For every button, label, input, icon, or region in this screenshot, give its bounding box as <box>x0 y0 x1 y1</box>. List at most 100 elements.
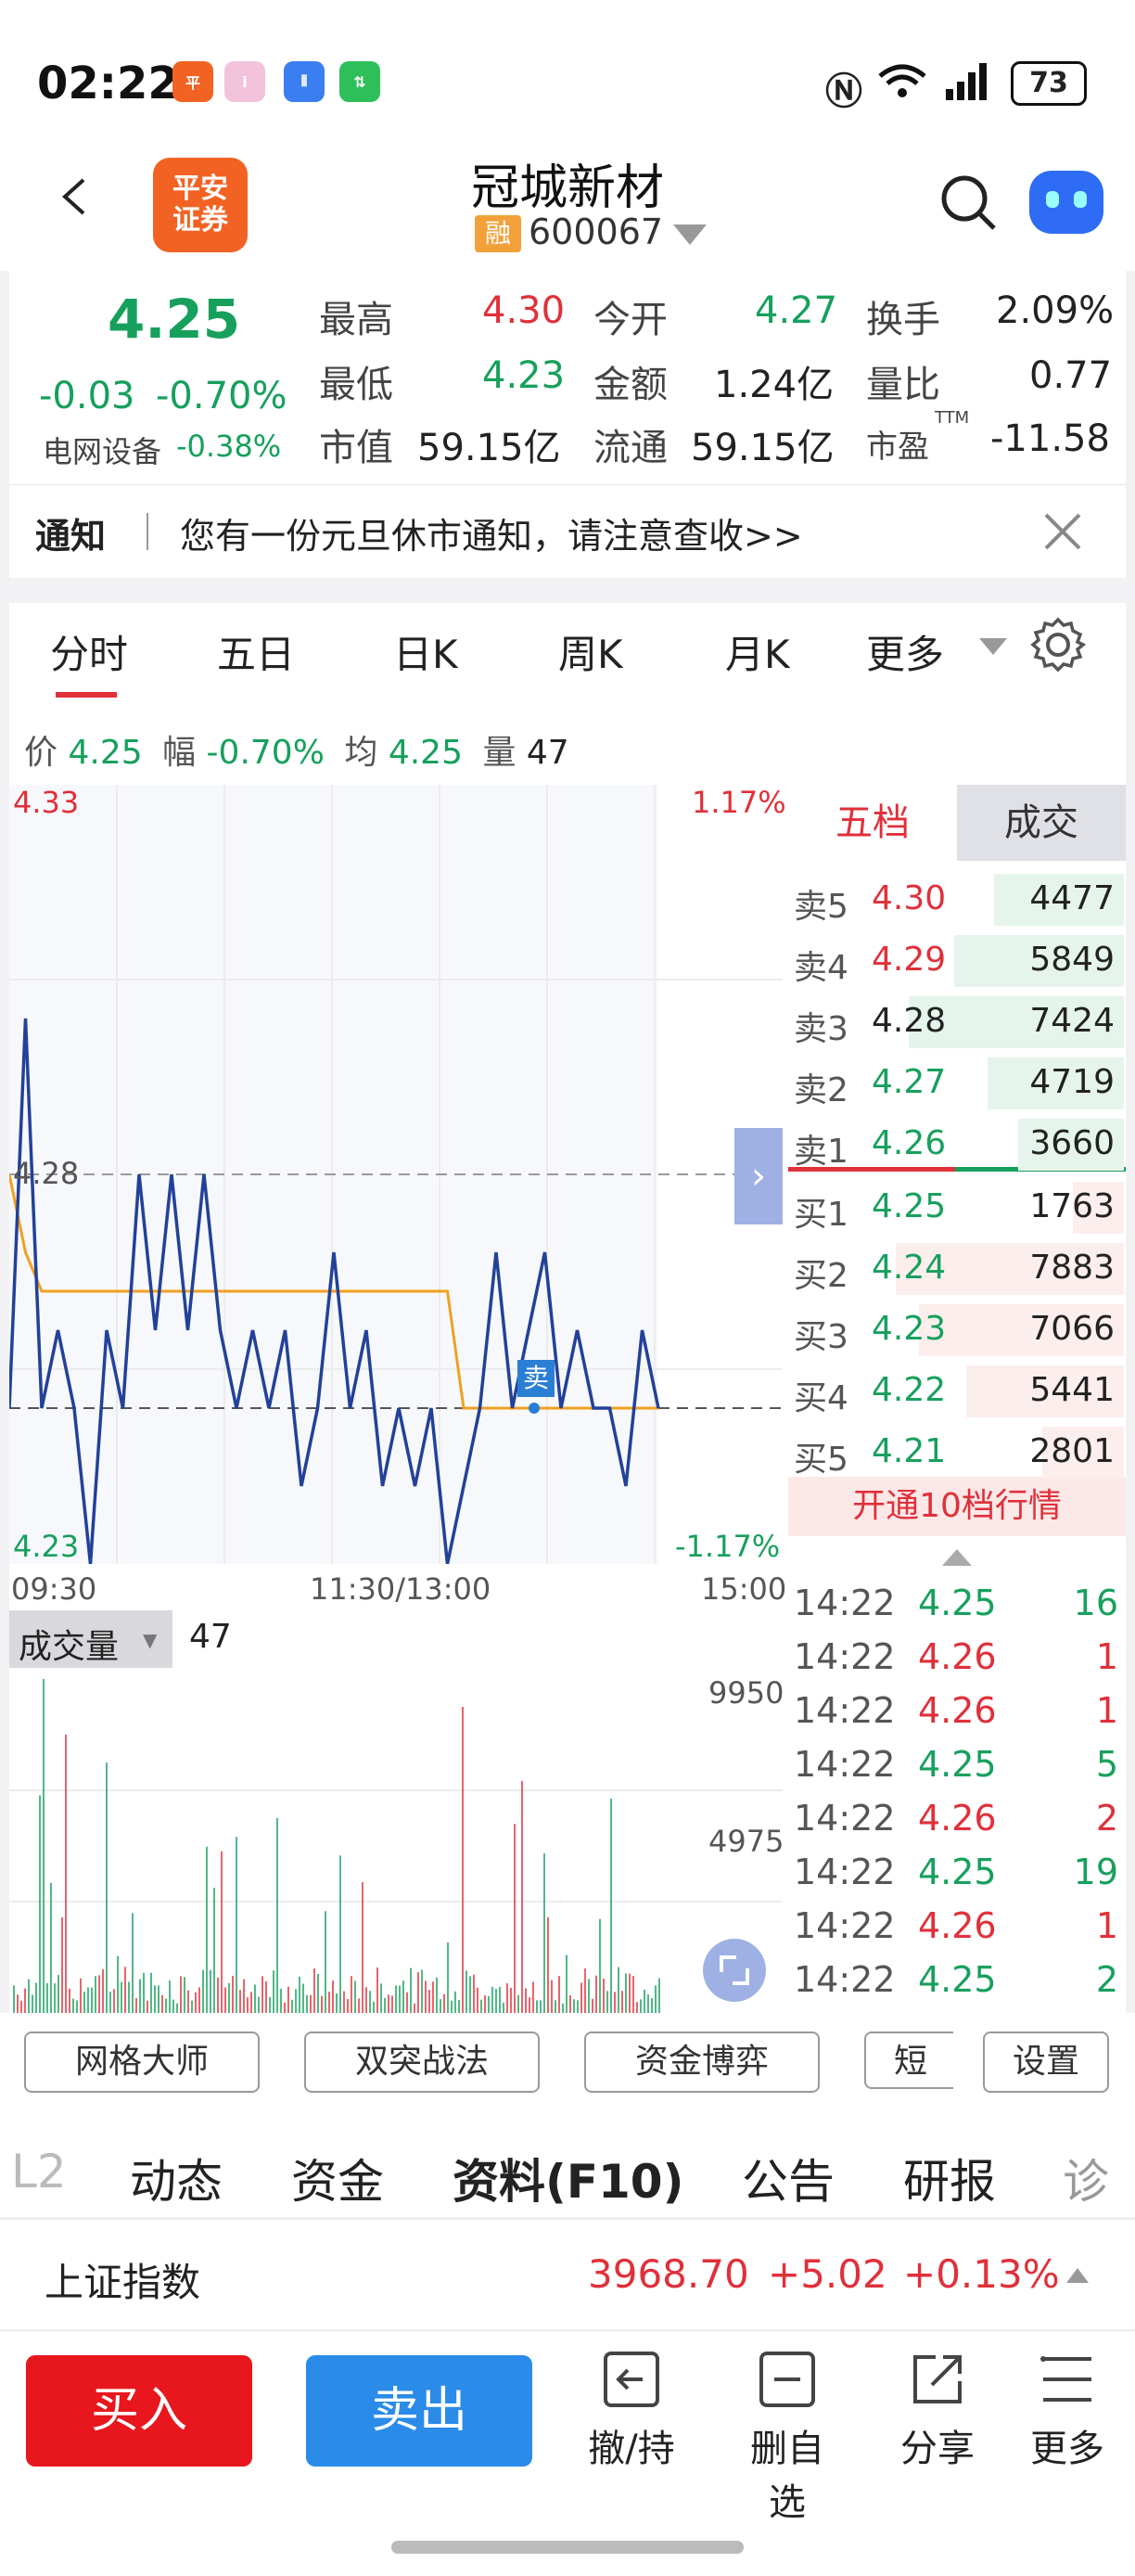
fund-game-button[interactable]: 资金博弈 <box>584 2031 820 2093</box>
bid-label: 买4 <box>794 1379 848 1417</box>
volume-bar <box>391 1995 393 2013</box>
volume-bar <box>491 1986 493 2013</box>
sell-button[interactable]: 卖出 <box>306 2355 532 2467</box>
stock-code[interactable]: 600067 <box>529 211 663 252</box>
tab-f10[interactable]: 资料(F10) <box>453 2145 683 2211</box>
volume-bar <box>614 1992 616 2013</box>
cancel-hold-button[interactable]: 撤/持 <box>580 2350 682 2472</box>
bid-row[interactable]: 买3 4.23 7066 <box>788 1301 1124 1360</box>
ask-row[interactable]: 卖2 4.27 4719 <box>788 1054 1124 1113</box>
nfc-icon: Ⓝ <box>825 70 862 113</box>
ask-row[interactable]: 卖4 4.29 5849 <box>788 931 1124 991</box>
volume-bar <box>46 1982 48 2013</box>
volume-selector[interactable]: 成交量 ▼ <box>9 1610 172 1668</box>
high-label: 最高 <box>319 299 393 341</box>
notice-text[interactable]: 您有一份元旦休市通知，请注意查收>> <box>180 507 803 558</box>
order-book-panel: 五档 成交 开通10档行情 卖5 4.30 4477 卖4 4.29 5849 … <box>788 785 1126 2013</box>
share-label: 分享 <box>900 2428 975 2470</box>
volume-bar <box>625 1973 627 2013</box>
fullscreen-icon[interactable] <box>703 1939 766 2002</box>
volume-bar <box>332 1980 334 2013</box>
bid-row[interactable]: 买4 4.22 5441 <box>788 1362 1124 1421</box>
more-button[interactable]: 更多 <box>1016 2350 1118 2472</box>
tab-l2[interactable]: L2 <box>11 2145 67 2198</box>
expand-panel-handle[interactable]: › <box>734 1128 783 1224</box>
trade-volume: 1 <box>1095 1905 1118 1946</box>
pingan-bank-icon: 平 <box>172 61 213 102</box>
tab-week-k[interactable]: 周K <box>558 623 623 680</box>
volume-bar <box>72 1998 74 2013</box>
volume-bar <box>595 1975 597 2013</box>
chevron-down-icon[interactable] <box>671 223 708 247</box>
wifi-icon <box>878 64 926 97</box>
tab-five-day[interactable]: 五日 <box>217 623 295 680</box>
volume-bar <box>65 1735 67 2013</box>
status-time: 02:22 <box>37 58 179 109</box>
volume-bar <box>61 1917 63 2013</box>
bid-row[interactable]: 买1 4.25 1763 <box>788 1178 1124 1237</box>
ask-row[interactable]: 卖5 4.30 4477 <box>788 870 1124 929</box>
bid-row[interactable]: 买5 4.21 2801 <box>788 1423 1124 1482</box>
trade-price: 4.26 <box>918 1690 997 1731</box>
tab-day-k[interactable]: 日K <box>393 623 458 680</box>
info-avg-label: 均 <box>344 734 378 772</box>
tab-news[interactable]: 动态 <box>130 2145 223 2211</box>
tab-five-level[interactable]: 五档 <box>788 785 957 861</box>
search-icon[interactable] <box>938 173 998 232</box>
volume-bar <box>569 1994 571 2013</box>
open-level10-button[interactable]: 开通10档行情 <box>788 1477 1126 1536</box>
ask-row[interactable]: 卖1 4.26 3660 <box>788 1115 1124 1174</box>
ask-volume: 3660 <box>1029 1124 1115 1162</box>
short-term-button[interactable]: 短 <box>864 2031 953 2089</box>
buy-button[interactable]: 买入 <box>26 2355 252 2467</box>
close-icon[interactable] <box>1042 511 1083 552</box>
triangle-up-icon[interactable] <box>942 1549 972 1566</box>
intraday-price-chart[interactable] <box>9 785 783 1564</box>
volume-ratio-label: 量比 <box>866 364 940 406</box>
volume-bar <box>376 1967 378 2013</box>
tab-announcements[interactable]: 公告 <box>742 2145 835 2211</box>
ask-row[interactable]: 卖3 4.28 7424 <box>788 993 1124 1052</box>
info-price: 4.25 <box>68 734 143 772</box>
tab-research[interactable]: 研报 <box>903 2145 996 2211</box>
ask-label: 卖4 <box>794 949 848 987</box>
ask-label: 卖1 <box>794 1133 848 1171</box>
share-button[interactable]: 分享 <box>886 2350 988 2472</box>
sector-name[interactable]: 电网设备 <box>43 429 161 471</box>
grid-master-button[interactable]: 网格大师 <box>24 2031 260 2093</box>
volume-bar <box>317 1973 319 2013</box>
volume-bar <box>529 1997 530 2013</box>
volume-bar <box>417 1972 419 2013</box>
double-breakout-button[interactable]: 双突战法 <box>304 2031 540 2093</box>
sell-marker[interactable]: 卖 <box>517 1360 555 1397</box>
volume-bar <box>551 1980 553 2013</box>
tab-more[interactable]: 更多 <box>866 623 944 680</box>
volume-bar <box>562 2003 564 2013</box>
bid-row[interactable]: 买2 4.24 7883 <box>788 1239 1124 1299</box>
tab-month-k[interactable]: 月K <box>725 623 790 680</box>
more-label: 更多 <box>1030 2428 1104 2470</box>
volume-bar <box>506 1983 508 2013</box>
info-amp-label: 幅 <box>162 734 197 772</box>
robot-assistant-icon[interactable] <box>1029 171 1103 234</box>
settings-button[interactable]: 设置 <box>983 2031 1109 2093</box>
index-ticker[interactable]: 上证指数 3968.70 +5.02 +0.13% <box>0 2219 1135 2329</box>
chevron-down-icon[interactable] <box>977 636 1009 657</box>
trade-row: 14:22 4.26 1 <box>788 1902 1124 1955</box>
tab-diagnosis[interactable]: 诊 <box>1063 2145 1109 2211</box>
remove-watchlist-button[interactable]: 删自选 <box>736 2350 838 2526</box>
notice-bar[interactable]: 通知 您有一份元旦休市通知，请注意查收>> <box>9 484 1126 578</box>
quote-panel: 4.25 -0.03 -0.70% 电网设备 -0.38% 最高 4.30 今开… <box>9 271 1126 484</box>
volume-bar <box>258 1996 260 2013</box>
volume-bar <box>169 1980 171 2013</box>
volume-bar <box>402 1980 404 2013</box>
triangle-up-icon[interactable] <box>1066 2268 1089 2283</box>
gear-icon[interactable] <box>1029 616 1087 673</box>
tab-funds[interactable]: 资金 <box>291 2145 384 2211</box>
low-label: 最低 <box>319 364 393 406</box>
tab-trades[interactable]: 成交 <box>957 785 1126 861</box>
bid-volume: 2801 <box>1029 1432 1115 1470</box>
x-axis-mid: 11:30/13:00 <box>310 1571 491 1607</box>
tab-intraday[interactable]: 分时 <box>50 623 128 680</box>
volume-bar <box>291 1999 293 2013</box>
